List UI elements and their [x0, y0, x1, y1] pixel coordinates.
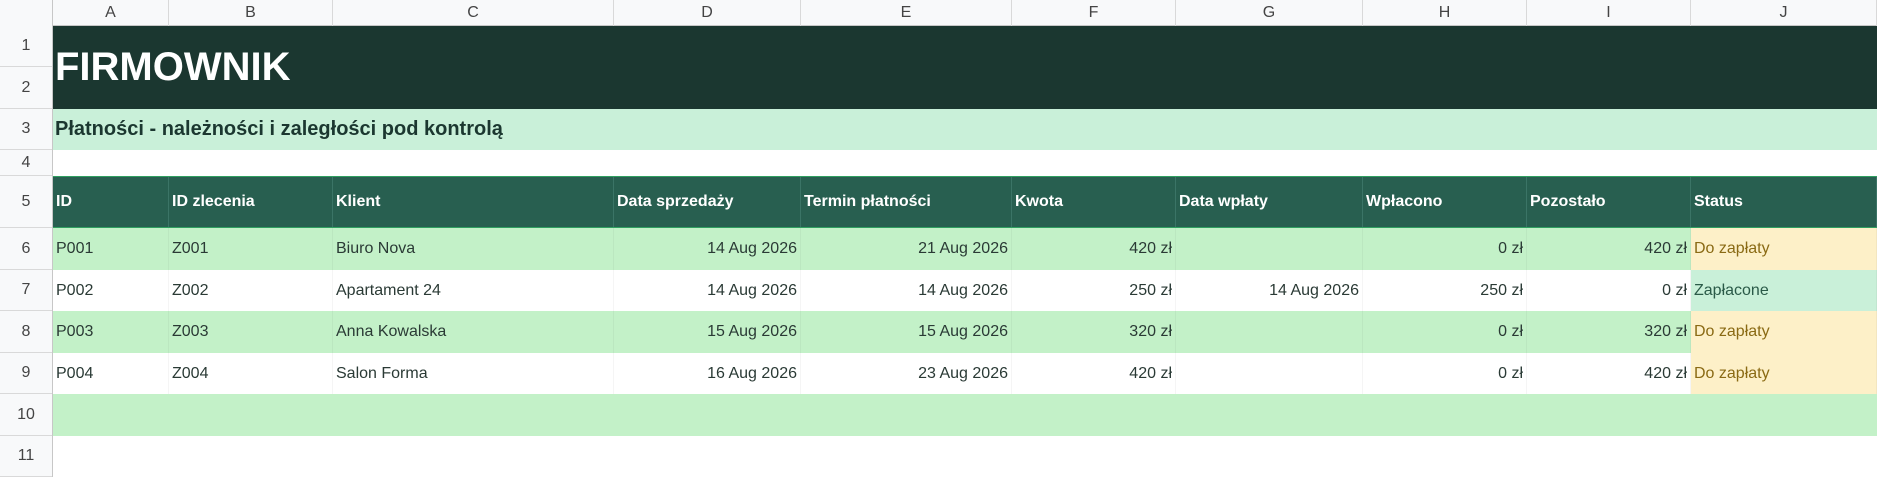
- column-header-f[interactable]: F: [1012, 0, 1176, 26]
- cell-amount[interactable]: 420 zł: [1012, 353, 1176, 394]
- cell-paid[interactable]: 0 zł: [1363, 311, 1527, 353]
- cell-order-id[interactable]: Z004: [169, 353, 333, 394]
- cell-paid-date[interactable]: [1176, 311, 1363, 353]
- row-headers: 1 2 3 4 5 6 7 8 9 10 11: [0, 26, 53, 477]
- header-sale-date[interactable]: Data sprzedaży: [614, 177, 801, 227]
- empty-row: [53, 150, 1877, 176]
- cell-sale-date[interactable]: 14 Aug 2026: [614, 270, 801, 311]
- spreadsheet: A B C D E F G H I J 1 2 3 4 5 6 7 8 9 10…: [0, 0, 1877, 478]
- cell-client[interactable]: Biuro Nova: [333, 228, 614, 270]
- column-header-e[interactable]: E: [801, 0, 1012, 26]
- column-header-j[interactable]: J: [1691, 0, 1877, 26]
- cell-status[interactable]: Do zapłaty: [1691, 228, 1877, 270]
- row-header-10[interactable]: 10: [0, 394, 52, 436]
- row-header-7[interactable]: 7: [0, 270, 52, 311]
- cell-sale-date[interactable]: 16 Aug 2026: [614, 353, 801, 394]
- cell-amount[interactable]: 420 zł: [1012, 228, 1176, 270]
- cell-amount[interactable]: 320 zł: [1012, 311, 1176, 353]
- cell-remaining[interactable]: 420 zł: [1527, 228, 1691, 270]
- cell-due-date[interactable]: 21 Aug 2026: [801, 228, 1012, 270]
- cell-paid-date[interactable]: [1176, 228, 1363, 270]
- sheet-subtitle[interactable]: Płatności - należności i zaległości pod …: [53, 109, 1877, 150]
- cell-order-id[interactable]: Z002: [169, 270, 333, 311]
- table-header-row: ID ID zlecenia Klient Data sprzedaży Ter…: [53, 176, 1877, 228]
- cell-remaining[interactable]: 0 zł: [1527, 270, 1691, 311]
- cell-paid[interactable]: 250 zł: [1363, 270, 1527, 311]
- row-header-2[interactable]: 2: [0, 67, 52, 109]
- row-header-5[interactable]: 5: [0, 176, 52, 228]
- cell-sale-date[interactable]: 14 Aug 2026: [614, 228, 801, 270]
- select-all-corner[interactable]: [0, 0, 53, 26]
- header-due-date[interactable]: Termin płatności: [801, 177, 1012, 227]
- cell-order-id[interactable]: Z003: [169, 311, 333, 353]
- row-header-6[interactable]: 6: [0, 228, 52, 270]
- row-header-1[interactable]: 1: [0, 26, 52, 67]
- cell-client[interactable]: Apartament 24: [333, 270, 614, 311]
- cell-amount[interactable]: 250 zł: [1012, 270, 1176, 311]
- cell-due-date[interactable]: 23 Aug 2026: [801, 353, 1012, 394]
- empty-row: [53, 436, 1877, 477]
- subtitle-banner: Płatności - należności i zaległości pod …: [53, 109, 1877, 150]
- empty-cell[interactable]: [53, 150, 1877, 176]
- row-header-9[interactable]: 9: [0, 353, 52, 394]
- column-header-h[interactable]: H: [1363, 0, 1527, 26]
- cell-id[interactable]: P002: [53, 270, 169, 311]
- table-row: P003 Z003 Anna Kowalska 15 Aug 2026 15 A…: [53, 311, 1877, 353]
- cell-id[interactable]: P001: [53, 228, 169, 270]
- empty-row: [53, 394, 1877, 436]
- cell-client[interactable]: Salon Forma: [333, 353, 614, 394]
- cell-id[interactable]: P003: [53, 311, 169, 353]
- column-header-c[interactable]: C: [333, 0, 614, 26]
- column-header-d[interactable]: D: [614, 0, 801, 26]
- header-paid-date[interactable]: Data wpłaty: [1176, 177, 1363, 227]
- row-header-4[interactable]: 4: [0, 150, 52, 176]
- column-headers: A B C D E F G H I J: [0, 0, 1877, 26]
- cell-client[interactable]: Anna Kowalska: [333, 311, 614, 353]
- column-header-b[interactable]: B: [169, 0, 333, 26]
- column-header-i[interactable]: I: [1527, 0, 1691, 26]
- row-header-11[interactable]: 11: [0, 436, 52, 477]
- cell-remaining[interactable]: 420 zł: [1527, 353, 1691, 394]
- cell-paid[interactable]: 0 zł: [1363, 353, 1527, 394]
- header-order-id[interactable]: ID zlecenia: [169, 177, 333, 227]
- cell-paid[interactable]: 0 zł: [1363, 228, 1527, 270]
- header-status[interactable]: Status: [1691, 177, 1877, 227]
- table-row: P004 Z004 Salon Forma 16 Aug 2026 23 Aug…: [53, 353, 1877, 394]
- header-amount[interactable]: Kwota: [1012, 177, 1176, 227]
- title-banner: FIRMOWNIK: [53, 26, 1877, 109]
- cell-sale-date[interactable]: 15 Aug 2026: [614, 311, 801, 353]
- empty-cell[interactable]: [53, 394, 1877, 436]
- cell-id[interactable]: P004: [53, 353, 169, 394]
- cell-paid-date[interactable]: [1176, 353, 1363, 394]
- cell-status[interactable]: Do zapłaty: [1691, 353, 1877, 394]
- header-paid[interactable]: Wpłacono: [1363, 177, 1527, 227]
- cell-due-date[interactable]: 15 Aug 2026: [801, 311, 1012, 353]
- cell-due-date[interactable]: 14 Aug 2026: [801, 270, 1012, 311]
- cell-remaining[interactable]: 320 zł: [1527, 311, 1691, 353]
- column-header-g[interactable]: G: [1176, 0, 1363, 26]
- table-row: P002 Z002 Apartament 24 14 Aug 2026 14 A…: [53, 270, 1877, 311]
- row-header-8[interactable]: 8: [0, 311, 52, 353]
- cell-status[interactable]: Zapłacone: [1691, 270, 1877, 311]
- header-client[interactable]: Klient: [333, 177, 614, 227]
- sheet-title[interactable]: FIRMOWNIK: [53, 26, 1877, 109]
- row-header-3[interactable]: 3: [0, 109, 52, 150]
- header-id[interactable]: ID: [53, 177, 169, 227]
- cell-order-id[interactable]: Z001: [169, 228, 333, 270]
- cell-status[interactable]: Do zapłaty: [1691, 311, 1877, 353]
- header-remaining[interactable]: Pozostało: [1527, 177, 1691, 227]
- column-header-a[interactable]: A: [53, 0, 169, 26]
- empty-cell[interactable]: [53, 436, 1877, 477]
- cell-grid: FIRMOWNIK Płatności - należności i zaleg…: [53, 26, 1877, 477]
- table-row: P001 Z001 Biuro Nova 14 Aug 2026 21 Aug …: [53, 228, 1877, 270]
- cell-paid-date[interactable]: 14 Aug 2026: [1176, 270, 1363, 311]
